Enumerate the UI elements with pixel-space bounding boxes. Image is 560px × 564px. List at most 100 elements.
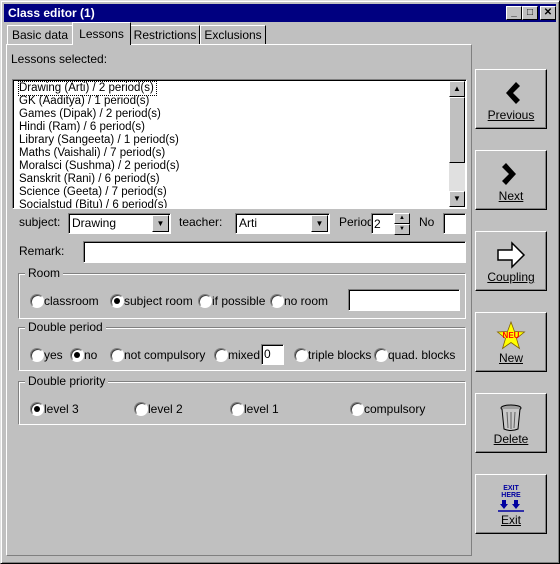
chevron-right-icon xyxy=(502,163,516,185)
lessons-scrollbar[interactable]: ▲ ▼ xyxy=(449,81,465,207)
exit-sign-icon: EXIT HERE xyxy=(498,485,524,512)
arrow-right-icon xyxy=(497,241,526,269)
delete-label: Delete xyxy=(493,432,529,446)
list-item[interactable]: Moralsci (Sushma) / 2 period(s) xyxy=(19,160,179,173)
double-period-group-title: Double period xyxy=(25,320,106,334)
priority-level-2-label[interactable]: level 2 xyxy=(148,402,183,416)
list-item[interactable]: Maths (Vaishali) / 7 period(s) xyxy=(19,147,165,160)
room-classroom-radio[interactable] xyxy=(30,294,44,308)
list-item[interactable]: Sanskrit (Rani) / 6 period(s) xyxy=(19,173,160,186)
room-if-possible-radio[interactable] xyxy=(198,294,212,308)
room-group-title: Room xyxy=(25,266,64,280)
priority-compulsory-label[interactable]: compulsory xyxy=(364,402,425,416)
list-item[interactable]: Science (Geeta) / 7 period(s) xyxy=(19,186,167,199)
double-period-triple-blocks-radio[interactable] xyxy=(294,348,308,362)
tab-restrictions[interactable]: Restrictions xyxy=(130,25,200,45)
room-no-room-radio[interactable] xyxy=(270,294,284,308)
priority-level-3-radio[interactable] xyxy=(30,402,44,416)
lessons-list[interactable]: Drawing (Arti) / 2 period(s) GK (Aaditya… xyxy=(12,79,467,209)
radio-dot xyxy=(74,352,80,358)
list-item[interactable]: Hindi (Ram) / 6 period(s) xyxy=(19,121,145,134)
exit-button[interactable]: EXIT HERE Exit xyxy=(475,474,547,534)
radio-dot xyxy=(34,406,40,412)
list-item[interactable]: GK (Aaditya) / 1 period(s) xyxy=(19,95,149,108)
exit-icon-text-2: HERE xyxy=(501,492,521,499)
room-no-room-label[interactable]: no room xyxy=(284,294,328,308)
scroll-up-button[interactable]: ▲ xyxy=(449,81,465,97)
star-icon: NEU xyxy=(496,321,526,350)
teacher-combo[interactable]: Arti ▼ xyxy=(235,213,330,234)
subject-value: Drawing xyxy=(72,216,117,230)
subject-label: subject: xyxy=(19,215,61,229)
priority-compulsory-radio[interactable] xyxy=(350,402,364,416)
next-label: Next xyxy=(498,189,524,203)
list-item[interactable]: Drawing (Arti) / 2 period(s) xyxy=(18,81,157,96)
double-period-mixed-radio[interactable] xyxy=(214,348,228,362)
tab-basic-data[interactable]: Basic data xyxy=(7,25,73,45)
coupling-button[interactable]: Coupling xyxy=(475,231,547,291)
subject-combo[interactable]: Drawing ▼ xyxy=(68,213,171,234)
no-field[interactable] xyxy=(443,213,466,234)
period-down-button[interactable]: ▼ xyxy=(394,224,410,235)
list-item[interactable]: Library (Sangeeta) / 1 period(s) xyxy=(19,134,179,147)
minimize-button[interactable]: _ xyxy=(506,6,522,20)
list-item[interactable]: Socialstud (Bitu) / 6 period(s) xyxy=(19,199,167,208)
room-text-field[interactable] xyxy=(348,289,460,311)
exit-icon-text-1: EXIT xyxy=(503,485,519,492)
tab-lessons[interactable]: Lessons xyxy=(72,22,131,45)
new-badge-text: NEU xyxy=(503,331,520,340)
teacher-value: Arti xyxy=(239,216,257,230)
mixed-value-field[interactable]: 0 xyxy=(261,344,284,365)
remark-field[interactable] xyxy=(83,241,466,263)
priority-level-1-label[interactable]: level 1 xyxy=(244,402,279,416)
double-period-quad-blocks-radio[interactable] xyxy=(374,348,388,362)
teacher-label: teacher: xyxy=(179,215,223,229)
trash-can-icon xyxy=(500,404,522,431)
previous-button[interactable]: Previous xyxy=(475,69,547,129)
priority-level-2-radio[interactable] xyxy=(134,402,148,416)
list-item[interactable]: Games (Dipak) / 2 period(s) xyxy=(19,108,161,121)
double-period-no-label[interactable]: no xyxy=(84,348,97,362)
room-if-possible-label[interactable]: if possible xyxy=(212,294,265,308)
double-period-mixed-label[interactable]: mixed xyxy=(228,348,260,362)
double-period-not-compulsory-radio[interactable] xyxy=(110,348,124,362)
scroll-down-button[interactable]: ▼ xyxy=(449,191,465,207)
room-subject-room-label[interactable]: subject room xyxy=(124,294,193,308)
double-period-yes-radio[interactable] xyxy=(30,348,44,362)
priority-level-1-radio[interactable] xyxy=(230,402,244,416)
tab-exclusions[interactable]: Exclusions xyxy=(200,25,266,45)
no-label: No xyxy=(419,215,435,229)
double-period-not-compulsory-label[interactable]: not compulsory xyxy=(124,348,205,362)
double-period-no-radio[interactable] xyxy=(70,348,84,362)
new-label: New xyxy=(498,351,523,365)
remark-label: Remark: xyxy=(19,244,65,258)
exit-label: Exit xyxy=(500,513,521,527)
teacher-dropdown-arrow-icon[interactable]: ▼ xyxy=(311,215,328,232)
delete-button[interactable]: Delete xyxy=(475,393,547,453)
close-button[interactable]: ✕ xyxy=(540,6,556,20)
next-button[interactable]: Next xyxy=(475,150,547,210)
lessons-selected-label: Lessons selected: xyxy=(11,52,108,66)
title-bar[interactable]: Class editor (1) _ □ ✕ xyxy=(4,4,556,22)
class-editor-window: Class editor (1) _ □ ✕ Basic data Lesson… xyxy=(0,0,560,564)
double-period-yes-label[interactable]: yes xyxy=(44,348,63,362)
room-subject-room-radio[interactable] xyxy=(110,294,124,308)
room-classroom-label[interactable]: classroom xyxy=(44,294,99,308)
mixed-value: 0 xyxy=(264,347,271,361)
coupling-label: Coupling xyxy=(487,270,535,284)
double-priority-group-title: Double priority xyxy=(25,374,109,388)
period-up-button[interactable]: ▲ xyxy=(394,213,410,224)
new-button[interactable]: NEU New xyxy=(475,312,547,372)
window-title: Class editor (1) xyxy=(8,6,95,20)
priority-level-3-label[interactable]: level 3 xyxy=(44,402,79,416)
radio-dot xyxy=(114,298,120,304)
double-period-quad-blocks-label[interactable]: quad. blocks xyxy=(388,348,455,362)
subject-dropdown-arrow-icon[interactable]: ▼ xyxy=(152,215,169,232)
previous-label: Previous xyxy=(487,108,535,122)
double-period-triple-blocks-label[interactable]: triple blocks xyxy=(308,348,371,362)
maximize-button[interactable]: □ xyxy=(522,6,538,20)
scroll-thumb[interactable] xyxy=(449,97,465,163)
chevron-left-icon xyxy=(506,82,520,104)
period-field[interactable]: 2 xyxy=(371,213,394,234)
period-value: 2 xyxy=(374,217,381,231)
